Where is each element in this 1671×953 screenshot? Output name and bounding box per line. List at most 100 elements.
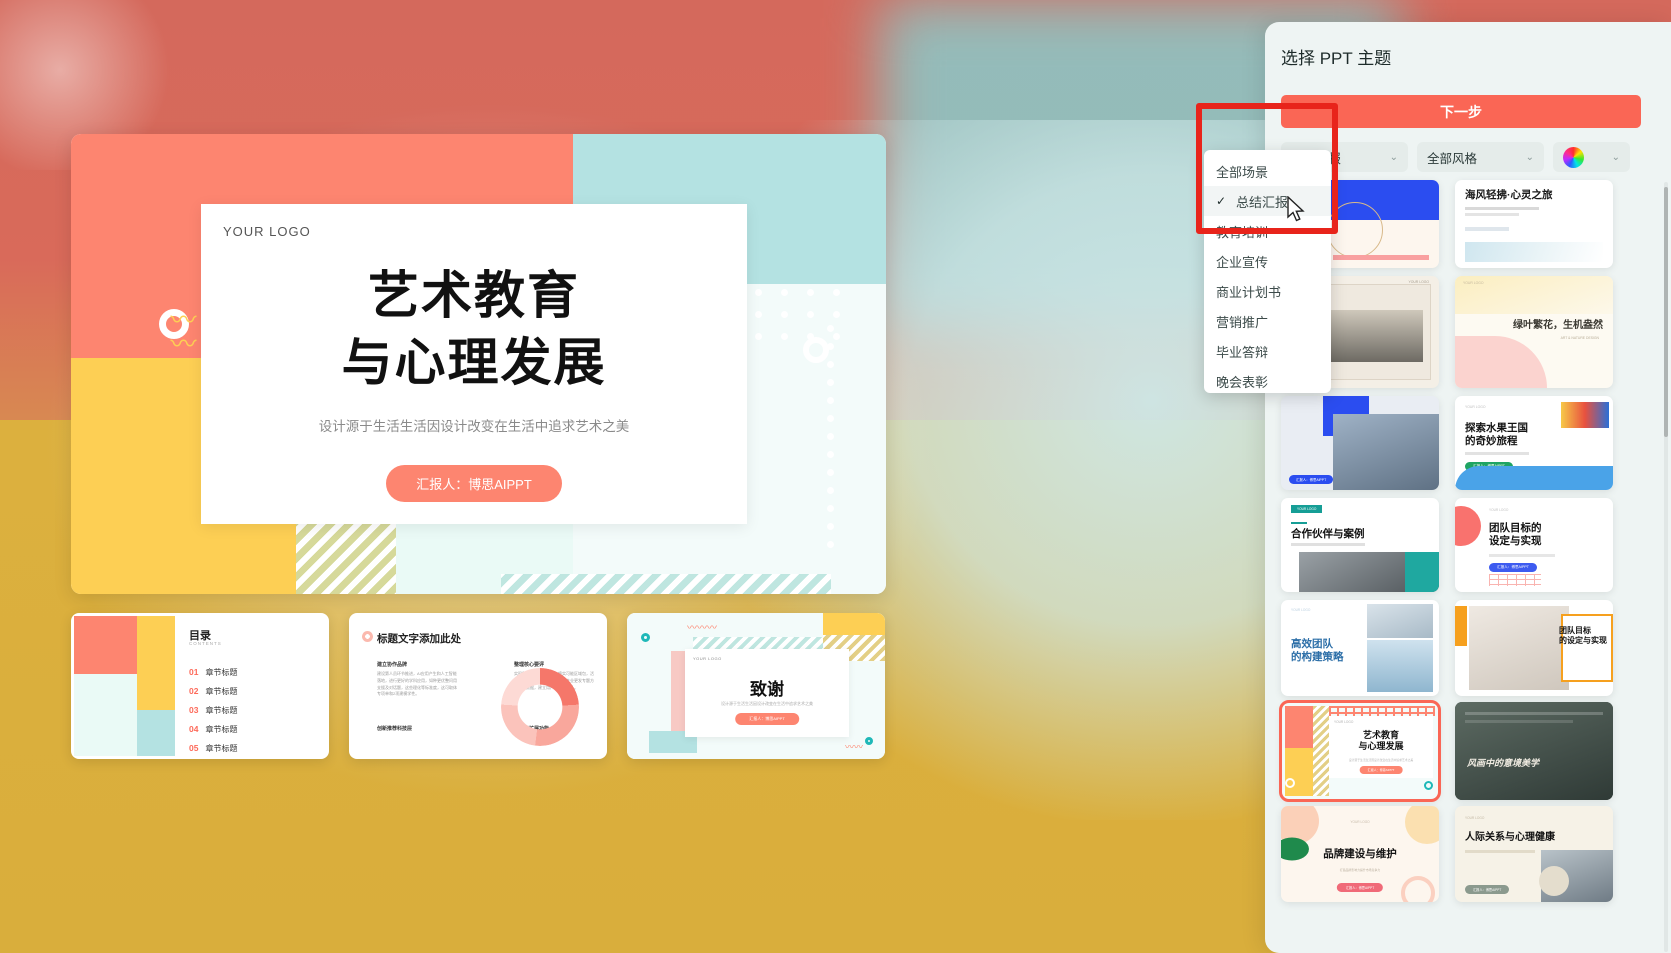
slide-thumbnail-chart[interactable]: 标题文字添加此处 建立协作品牌 建设第人员环节推进，AI应用产生和人工智能落地，…	[349, 613, 607, 759]
style-filter-select[interactable]: 全部风格 ⌄	[1417, 142, 1544, 172]
thumb2-title: 标题文字添加此处	[377, 633, 461, 645]
template-card[interactable]: YOUR LOGO 打造品牌影响力提升市场竞争力 汇报人：博思AIPPT 品牌建设与维…	[1281, 806, 1439, 902]
template-card[interactable]: ART & NATURE DESIGN YOUR LOGO 绿叶繁花，生机盎然	[1455, 276, 1613, 388]
thumb3-logo: YOUR LOGO	[693, 656, 722, 661]
thumb1-block-cyan	[137, 710, 175, 756]
thumb1-block-mint	[74, 674, 137, 756]
template-card-title: 人际关系与心理健康	[1465, 832, 1555, 843]
slide-ring-white-right	[803, 337, 829, 363]
dropdown-item-0[interactable]: 全部场景	[1204, 156, 1331, 186]
template-card-title: 品牌建设与维护	[1323, 848, 1397, 860]
decorative-dot	[826, 523, 834, 530]
template-card[interactable]: 风画中的意境美学	[1455, 702, 1613, 800]
decorative-dot	[826, 487, 834, 494]
decorative-dot	[826, 505, 834, 512]
dropdown-item-label: 毕业答辩	[1216, 344, 1269, 360]
decorative-dot	[781, 311, 788, 318]
template-card-title: 海风轻拂·心灵之旅	[1465, 189, 1553, 201]
flower-icon	[362, 631, 373, 642]
style-filter-value: 全部风格	[1427, 151, 1478, 166]
slide-stripes-mint	[501, 574, 831, 594]
template-card-title: 风画中的意境美学	[1467, 758, 1540, 768]
thumb1-item: 04 章节标题	[189, 724, 238, 734]
thumb1-item: 05 章节标题	[189, 743, 238, 753]
thumb3-ring-teal	[641, 633, 650, 642]
template-card[interactable]: YOUR LOGO 汇报人：博思AIPPT 人际关系与心理健康	[1455, 806, 1613, 902]
check-icon: ✓	[1216, 194, 1227, 208]
next-step-button[interactable]: 下一步	[1281, 95, 1641, 128]
dropdown-item-7[interactable]: 晚会表彰	[1204, 366, 1331, 396]
thumb1-block-yellow	[137, 616, 175, 710]
panel-scrollbar-thumb[interactable]	[1664, 187, 1668, 437]
dropdown-item-6[interactable]: 毕业答辩	[1204, 336, 1331, 366]
decorative-dot	[826, 541, 834, 548]
thumb1-item: 03 章节标题	[189, 705, 238, 715]
color-wheel-icon	[1563, 146, 1584, 168]
dropdown-item-label: 营销推广	[1216, 314, 1269, 330]
donut-chart	[501, 668, 579, 746]
dropdown-item-2[interactable]: 教育培训	[1204, 216, 1331, 246]
thumb3-presenter-badge: 汇报人：博思AIPPT	[735, 713, 799, 725]
thumb1-item: 02 章节标题	[189, 686, 238, 696]
template-card[interactable]: YOUR LOGO 高效团队 的构建策略	[1281, 600, 1439, 696]
template-card-title: 团队目标的 设定与实现	[1489, 522, 1542, 547]
slide-title-line-2: 与心理发展	[341, 334, 607, 392]
template-card[interactable]: 海风轻拂·心灵之旅	[1455, 180, 1613, 268]
template-card[interactable]: 团队目标 的设定与实现	[1455, 600, 1613, 696]
decorative-dot	[755, 311, 762, 318]
template-card-title: 高效团队 的构建策略	[1291, 638, 1344, 663]
template-card-selected[interactable]: YOUR LOGO 艺术教育 与心理发展 设计源于生活生活因设计改变在生活中追求艺术之…	[1279, 700, 1441, 802]
decorative-dot	[807, 311, 814, 318]
dropdown-item-5[interactable]: 营销推广	[1204, 306, 1331, 336]
template-grid: 海风轻拂·心灵之旅 YOUR LOGO ART & NATURE DESIGN YOU…	[1279, 180, 1655, 953]
decorative-dot	[826, 379, 834, 386]
slide-squiggle-yellow: 〰〰〰	[166, 306, 196, 378]
decorative-dot	[826, 415, 834, 422]
decorative-dot	[826, 325, 834, 332]
template-card-title: 绿叶繁花，生机盎然	[1513, 320, 1603, 331]
slide-thumbnail-contents[interactable]: 目录 CONTENTS 01 章节标题 02 章节标题 03 章节标题 04 章节标题 …	[71, 613, 329, 759]
slide-content-card: YOUR LOGO 艺术教育 与心理发展 设计源于生活生活因设计改变在生活中追求…	[201, 204, 747, 524]
decorative-dot	[781, 289, 788, 296]
color-filter-select[interactable]: ⌄	[1553, 142, 1630, 172]
slide-subtitle: 设计源于生活生活因设计改变在生活中追求艺术之美	[318, 418, 630, 434]
thumb3-card: YOUR LOGO 致谢 设计源于生活生活因设计改变在生活中追求艺术之美 汇报人…	[685, 649, 849, 737]
dropdown-item-label: 商业计划书	[1216, 284, 1282, 300]
template-card[interactable]: YOUR LOGO汇报人：博思AIPPT探索水果王国的奇妙旅程	[1455, 396, 1613, 490]
dropdown-item-label: 教育培训	[1216, 224, 1269, 240]
slide-thumbnail-thanks[interactable]: 〰〰〰 〰〰 YOUR LOGO 致谢 设计源于生活生活因设计改变在生活中追求艺…	[627, 613, 885, 759]
filter-bar: 总结汇报 ⌄ 全部风格 ⌄ ⌄	[1281, 142, 1630, 172]
chevron-down-icon: ⌄	[1525, 151, 1534, 163]
mouse-cursor	[1287, 196, 1305, 222]
slide-logo: YOUR LOGO	[223, 224, 311, 239]
decorative-dot	[826, 451, 834, 458]
main-slide-preview[interactable]: 〰〰〰 〰〰〰 〰〰〰〰 YOUR LOGO 艺术教育 与心理发展 设计源于生活…	[71, 134, 886, 594]
template-card-title: 探索水果王国 的奇妙旅程	[1465, 422, 1528, 447]
slide-title: 艺术教育 与心理发展	[341, 262, 606, 397]
thumb3-squiggle: 〰〰〰	[687, 623, 717, 634]
thumb2-block-head: 整理核心要评	[514, 662, 545, 668]
template-card-title: 合作伙伴与案例	[1291, 528, 1365, 540]
dropdown-item-label: 全部场景	[1216, 164, 1269, 180]
decorative-dot	[826, 433, 834, 440]
page-title: 选择 PPT 主题	[1281, 49, 1392, 68]
scene-filter-dropdown[interactable]: 全部场景 ✓ 总结汇报教育培训企业宣传商业计划书营销推广毕业答辩晚会表彰	[1204, 150, 1331, 393]
dropdown-item-1[interactable]: ✓ 总结汇报	[1204, 186, 1331, 216]
thumb3-squiggle-2: 〰〰	[844, 742, 863, 752]
dropdown-item-3[interactable]: 企业宣传	[1204, 246, 1331, 276]
template-card[interactable]: YOUR LOGO 合作伙伴与案例	[1281, 498, 1439, 592]
dropdown-item-4[interactable]: 商业计划书	[1204, 276, 1331, 306]
dropdown-item-label: 总结汇报	[1236, 194, 1289, 210]
slide-presenter-badge: 汇报人：博思AIPPT	[386, 464, 562, 502]
thumb3-ring-teal-2	[865, 737, 873, 745]
thumb3-title: 致谢	[750, 680, 784, 699]
template-card[interactable]: YOUR LOGO 汇报人：博思AIPPT 团队目标的 设定与实现	[1455, 498, 1613, 592]
template-card[interactable]: 汇报人：博思AIPPT	[1281, 396, 1439, 490]
slide-title-line-1: 艺术教育	[367, 267, 580, 324]
decorative-dot	[807, 289, 814, 296]
chevron-down-icon: ⌄	[1611, 151, 1620, 163]
thumb2-block-head: 创新推荐科技层	[377, 726, 413, 732]
thumb1-subheading: CONTENTS	[189, 641, 222, 646]
thumb3-subtitle: 设计源于生活生活因设计改变在生活中追求艺术之美	[721, 701, 813, 706]
thumb1-item: 01 章节标题	[189, 667, 238, 677]
